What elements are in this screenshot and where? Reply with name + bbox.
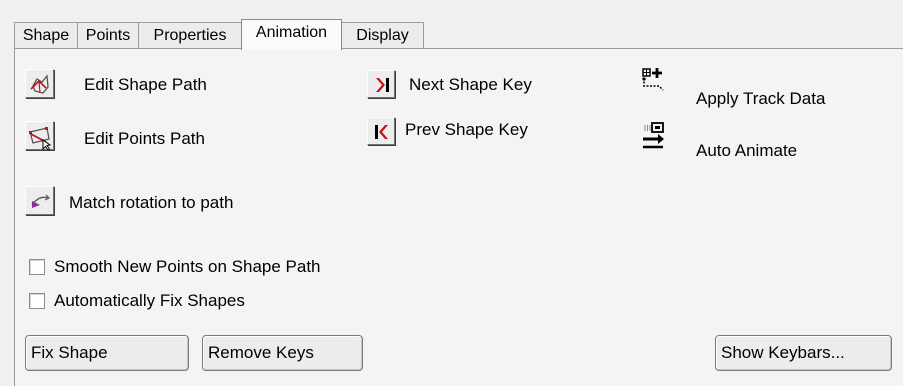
prev-shape-key-icon [375,125,388,139]
next-shape-key-button[interactable] [367,70,395,98]
tab-shape[interactable]: Shape [14,22,78,49]
edit-points-path-label: Edit Points Path [84,129,205,148]
next-shape-key-icon [376,78,389,92]
prev-shape-key-label: Prev Shape Key [405,120,528,139]
tab-points[interactable]: Points [77,22,139,49]
tab-properties[interactable]: Properties [138,22,242,49]
auto-fix-shapes-label: Automatically Fix Shapes [54,291,245,310]
edit-shape-path-button[interactable] [25,69,54,98]
match-rotation-button[interactable] [25,186,54,215]
show-keybars-button[interactable]: Show Keybars... [715,335,892,371]
tab-display[interactable]: Display [341,22,424,49]
remove-keys-button[interactable]: Remove Keys [202,335,363,371]
next-shape-key-label: Next Shape Key [409,75,532,94]
auto-animate-icon [643,122,664,149]
match-rotation-icon [31,194,51,208]
tab-strip: Shape Points Properties Animation Displa… [14,19,504,50]
apply-track-data-label: Apply Track Data [696,89,826,108]
fix-shape-button[interactable]: Fix Shape [25,335,189,371]
smooth-new-points-label: Smooth New Points on Shape Path [54,257,321,276]
apply-track-data-button[interactable] [639,66,668,95]
auto-animate-button[interactable] [639,121,668,150]
edit-points-path-button[interactable] [25,121,54,151]
edit-shape-path-label: Edit Shape Path [84,75,207,94]
auto-fix-shapes-checkbox[interactable] [29,293,45,309]
edit-points-path-icon [29,127,52,151]
prev-shape-key-button[interactable] [367,117,395,145]
smooth-new-points-checkbox[interactable] [29,259,45,275]
match-rotation-label: Match rotation to path [69,193,234,212]
edit-shape-path-icon [30,74,49,94]
auto-animate-label: Auto Animate [696,141,798,160]
track-data-icon [642,68,664,91]
tab-animation[interactable]: Animation [241,19,342,50]
